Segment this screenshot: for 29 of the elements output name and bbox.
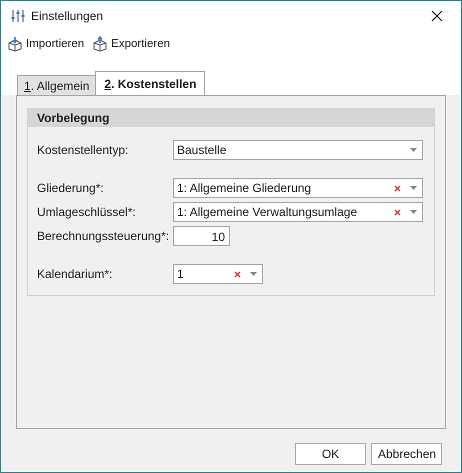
window-title: Einstellungen (31, 9, 104, 23)
dropdown-arrow-icon[interactable] (410, 210, 417, 214)
field-label: Kalendarium*: (37, 267, 114, 281)
dropdown-arrow-icon[interactable] (250, 272, 257, 276)
toolbar-button[interactable]: Exportieren (91, 34, 171, 54)
sliders-icon (11, 9, 25, 23)
dialog-button[interactable]: Abbrechen (371, 443, 442, 465)
tab[interactable]: 1. Allgemein (17, 75, 96, 95)
clear-icon[interactable] (394, 184, 401, 192)
clear-icon[interactable] (394, 208, 401, 216)
box-icon (7, 36, 23, 52)
number-field[interactable]: 10 (173, 226, 230, 246)
box-icon (92, 36, 108, 52)
field-label: Gliederung*: (37, 181, 105, 195)
combo-box[interactable]: 1: Allgemeine Gliederung (173, 178, 423, 198)
dropdown-arrow-icon[interactable] (410, 148, 417, 152)
dialog-button[interactable]: OK (295, 443, 366, 465)
field-label: Kostenstellentyp: (37, 143, 130, 157)
clear-icon[interactable] (234, 270, 241, 278)
field-label: Umlageschlüssel*: (37, 205, 137, 219)
combo-box[interactable]: 1 (173, 264, 263, 284)
combo-box[interactable]: 1: Allgemeine Verwaltungsumlage (173, 202, 423, 222)
tab[interactable]: 2. Kostenstellen (95, 71, 206, 95)
close-icon[interactable] (431, 10, 443, 22)
combo-box[interactable]: Baustelle (173, 140, 423, 160)
group-header: Vorbelegung (28, 109, 434, 127)
toolbar-button[interactable]: Importieren (6, 34, 86, 54)
field-label: Berechnungssteuerung*: (37, 229, 170, 243)
dropdown-arrow-icon[interactable] (410, 186, 417, 190)
